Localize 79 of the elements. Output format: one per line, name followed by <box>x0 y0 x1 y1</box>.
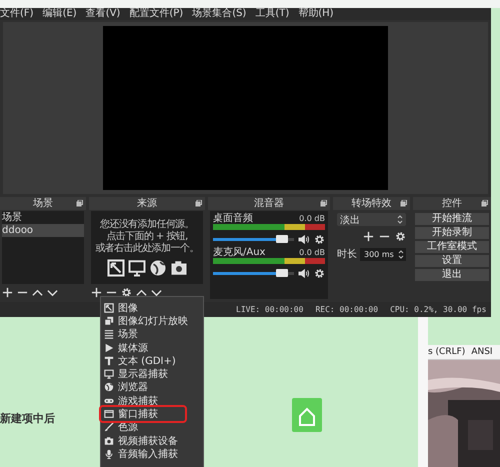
slides-icon <box>104 316 114 326</box>
undock-icon[interactable] <box>76 200 83 207</box>
undock-icon[interactable] <box>481 200 488 207</box>
menu-item[interactable]: 游戏捕获 <box>101 394 203 408</box>
add-icon[interactable] <box>91 287 102 298</box>
status-text: CPU: 0.2%, 30.00 fps <box>390 305 486 314</box>
menu-item[interactable]: 媒体源 <box>101 340 203 354</box>
control-button[interactable]: 开始推流 <box>415 213 489 225</box>
image-icon <box>106 259 124 277</box>
menu-item[interactable]: 图像幻灯片放映 <box>101 314 203 328</box>
settings-icon[interactable] <box>314 268 325 279</box>
add-icon[interactable] <box>2 287 13 298</box>
scene-item[interactable]: ddooo <box>2 224 84 237</box>
empty-hint-text: 您还没有添加任何源。 <box>100 219 194 230</box>
menu-item[interactable]: 查看(V) <box>86 8 120 20</box>
status-text: LIVE: 00:00:00 <box>236 305 304 314</box>
menu-item[interactable]: 显示器捕获 <box>101 367 203 381</box>
control-button[interactable]: 工作室模式 <box>415 241 489 253</box>
dock-title: 转场特效 <box>352 198 392 210</box>
monitor-icon <box>128 259 146 277</box>
globe-icon <box>148 259 166 277</box>
monitor-icon <box>104 369 114 380</box>
menu-item[interactable]: 图像 <box>101 301 203 314</box>
settings-icon[interactable] <box>314 234 325 245</box>
status-text: ANSI <box>471 347 493 357</box>
add-icon[interactable] <box>363 231 374 242</box>
channel-name: 麦克风/Aux <box>213 247 266 258</box>
menu-item[interactable]: 编辑(E) <box>42 8 77 20</box>
scene-item[interactable]: 场景 <box>2 211 84 224</box>
channel-name: 桌面音频 <box>213 213 253 224</box>
menu-item[interactable]: 视频捕获设备 <box>101 434 203 448</box>
settings-icon[interactable] <box>395 231 406 242</box>
transition-dropdown[interactable]: 淡出 <box>337 213 406 226</box>
camera-icon <box>170 259 188 277</box>
menu-item[interactable]: 帮助(H) <box>298 8 334 20</box>
speaker-icon[interactable] <box>298 268 310 279</box>
settings-icon[interactable] <box>121 287 132 298</box>
menu-item[interactable]: 场景集合(S) <box>192 8 246 20</box>
menu-item[interactable]: 浏览器 <box>101 380 203 394</box>
window-icon <box>104 409 114 420</box>
brush-icon <box>104 422 114 432</box>
menu-item[interactable]: 工具(T) <box>255 8 290 20</box>
status-text: REC: 00:00:00 <box>315 305 378 314</box>
dock-title: 混音器 <box>254 198 284 210</box>
camera-icon <box>104 436 114 446</box>
spinner-icon[interactable] <box>398 248 404 260</box>
control-button[interactable]: 退出 <box>415 269 489 281</box>
dock-title: 场景 <box>33 198 53 210</box>
dock-title: 来源 <box>137 198 157 210</box>
caption-text: 新建项中后 <box>0 411 55 426</box>
list-icon <box>104 329 114 340</box>
menu-item[interactable]: 场景 <box>101 328 203 341</box>
control-button[interactable]: 设置 <box>415 255 489 267</box>
empty-hint-text: 点击下面的 + 按钮, <box>106 231 188 242</box>
move-up-icon[interactable] <box>136 287 147 298</box>
dock-title: 控件 <box>442 198 462 210</box>
move-up-icon[interactable] <box>32 287 43 298</box>
level-reading: 0.0 dB <box>299 214 325 224</box>
undock-icon[interactable] <box>320 200 327 207</box>
menu-item[interactable]: 文件(F) <box>0 8 34 20</box>
text-tool-icon <box>104 356 114 366</box>
status-text: s (CRLF) <box>428 347 466 357</box>
undock-icon[interactable] <box>195 200 202 207</box>
image-icon <box>104 302 114 313</box>
empty-hint-text: 或者右击此处添加一个。 <box>95 243 199 255</box>
menu-item[interactable]: 音频输入捕获 <box>101 447 203 461</box>
menu-item[interactable]: 配置文件(P) <box>129 8 184 20</box>
undock-icon[interactable] <box>400 200 407 207</box>
menu-item[interactable]: 窗口捕获 <box>101 407 185 421</box>
play-icon <box>104 342 114 353</box>
control-button[interactable]: 开始录制 <box>415 227 489 239</box>
microphone-icon <box>104 448 114 459</box>
globe-icon <box>104 382 114 392</box>
duration-label: 时长 <box>337 248 357 261</box>
spinner-icon <box>397 214 403 225</box>
duration-field[interactable]: 300 ms <box>360 248 406 260</box>
level-reading: 0.0 dB <box>299 248 325 258</box>
speaker-icon[interactable] <box>298 234 310 245</box>
menu-item[interactable]: 文本 (GDI+) <box>101 354 203 368</box>
